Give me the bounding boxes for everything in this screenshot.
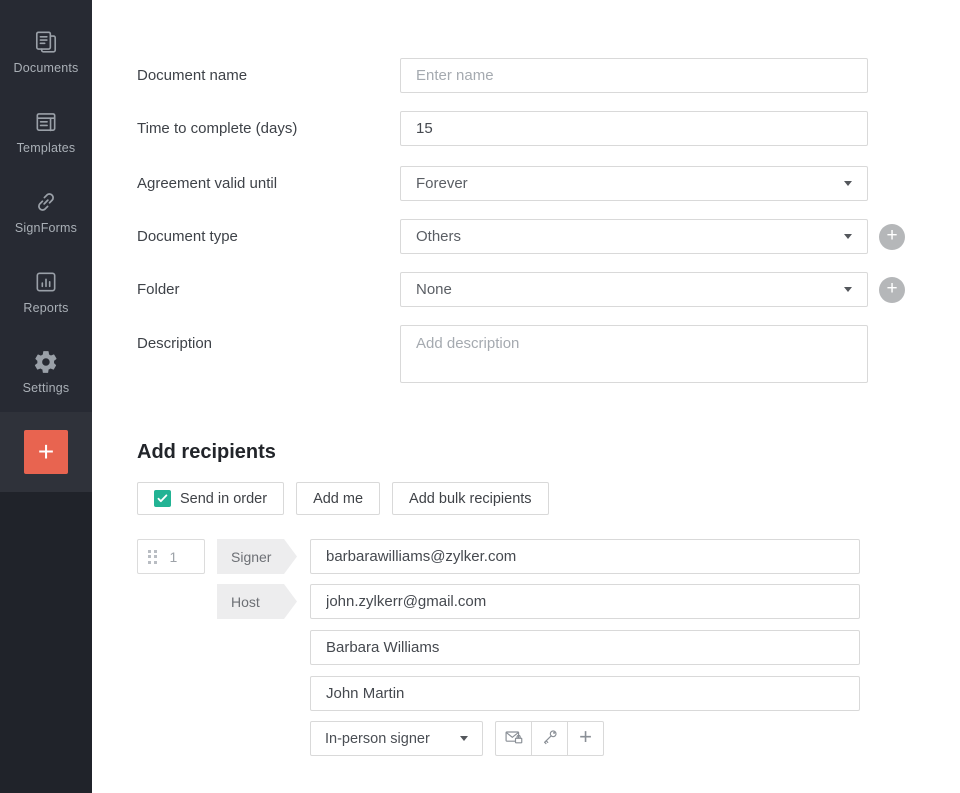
authentication-key-button[interactable] — [531, 721, 568, 756]
recipient-action-buttons: + — [495, 721, 604, 756]
host-role-tag: Host — [217, 584, 297, 619]
host-email-input[interactable] — [310, 584, 860, 619]
main-content: Document name Time to complete (days) Ag… — [92, 0, 960, 793]
field-label: Document type — [137, 228, 400, 245]
create-document-button[interactable]: + — [24, 430, 68, 474]
document-name-input[interactable] — [400, 58, 868, 93]
drag-handle-icon — [148, 550, 157, 564]
recipient-row-host-name — [137, 676, 960, 711]
signer-email-input[interactable] — [310, 539, 860, 574]
form-row-description: Description — [137, 325, 960, 388]
sidebar-item-settings[interactable]: Settings — [0, 332, 92, 412]
signer-role-tag: Signer — [217, 539, 297, 574]
chevron-down-icon — [460, 736, 468, 741]
signer-type-select[interactable]: In-person signer — [310, 721, 483, 756]
chevron-down-icon — [844, 234, 852, 239]
settings-icon — [33, 349, 59, 375]
selected-value: Others — [416, 228, 461, 245]
add-document-type-button[interactable]: + — [879, 224, 905, 250]
recipient-order-number: 1 — [170, 549, 178, 565]
key-icon — [540, 727, 560, 750]
selected-value: Forever — [416, 175, 468, 192]
recipient-row-signer-email: 1 Signer — [137, 539, 960, 574]
sidebar-item-label: Settings — [23, 381, 70, 395]
sidebar-add-section: + — [0, 412, 92, 492]
chevron-down-icon — [844, 181, 852, 186]
sidebar-item-templates[interactable]: Templates — [0, 92, 92, 172]
agreement-valid-select[interactable]: Forever — [400, 166, 868, 201]
signer-name-input[interactable] — [310, 630, 860, 665]
templates-icon — [33, 109, 59, 135]
add-me-button[interactable]: Add me — [296, 482, 380, 515]
documents-icon — [33, 29, 59, 55]
sidebar-item-signforms[interactable]: SignForms — [0, 172, 92, 252]
sidebar-item-label: Reports — [23, 301, 68, 315]
app-window: Documents Templates — [0, 0, 960, 793]
field-label: Time to complete (days) — [137, 120, 400, 137]
time-to-complete-input[interactable] — [400, 111, 868, 146]
folder-select[interactable]: None — [400, 272, 868, 307]
sidebar-item-documents[interactable]: Documents — [0, 12, 92, 92]
form-row-agreement-valid: Agreement valid until Forever — [137, 166, 960, 201]
add-recipient-button[interactable]: + — [567, 721, 604, 756]
add-recipients-heading: Add recipients — [137, 441, 960, 464]
sidebar-item-label: SignForms — [15, 221, 77, 235]
recipient-row-host-email: Host — [137, 584, 960, 619]
signforms-icon — [33, 189, 59, 215]
form-row-document-type: Document type Others + — [137, 219, 960, 254]
form-row-folder: Folder None + — [137, 272, 960, 307]
add-folder-button[interactable]: + — [879, 277, 905, 303]
form-row-time-to-complete: Time to complete (days) — [137, 111, 960, 146]
private-email-button[interactable] — [495, 721, 532, 756]
selected-value: None — [416, 281, 452, 298]
recipient-order-handle[interactable]: 1 — [137, 539, 205, 574]
sidebar-item-reports[interactable]: Reports — [0, 252, 92, 332]
description-textarea[interactable] — [400, 325, 868, 383]
reports-icon — [33, 269, 59, 295]
chevron-down-icon — [844, 287, 852, 292]
checkbox-checked-icon — [154, 490, 171, 507]
private-email-icon — [504, 727, 524, 750]
recipient-options-row: Send in order Add me Add bulk recipients — [137, 482, 960, 515]
recipient-row-actions: In-person signer — [137, 721, 960, 756]
host-name-input[interactable] — [310, 676, 860, 711]
send-in-order-label: Send in order — [180, 491, 267, 507]
field-label: Folder — [137, 281, 400, 298]
form-row-document-name: Document name — [137, 58, 960, 93]
sidebar-item-label: Templates — [17, 141, 76, 155]
field-label: Agreement valid until — [137, 175, 400, 192]
field-label: Document name — [137, 67, 400, 84]
add-bulk-recipients-button[interactable]: Add bulk recipients — [392, 482, 549, 515]
add-recipient-icon: + — [579, 726, 592, 751]
send-in-order-toggle[interactable]: Send in order — [137, 482, 284, 515]
sidebar-bottom-filler — [0, 492, 92, 793]
sidebar-nav: Documents Templates — [0, 0, 92, 412]
sidebar: Documents Templates — [0, 0, 92, 793]
document-type-select[interactable]: Others — [400, 219, 868, 254]
selected-value: In-person signer — [325, 731, 430, 747]
sidebar-item-label: Documents — [13, 61, 78, 75]
field-label: Description — [137, 325, 400, 352]
recipient-row-signer-name — [137, 630, 960, 665]
